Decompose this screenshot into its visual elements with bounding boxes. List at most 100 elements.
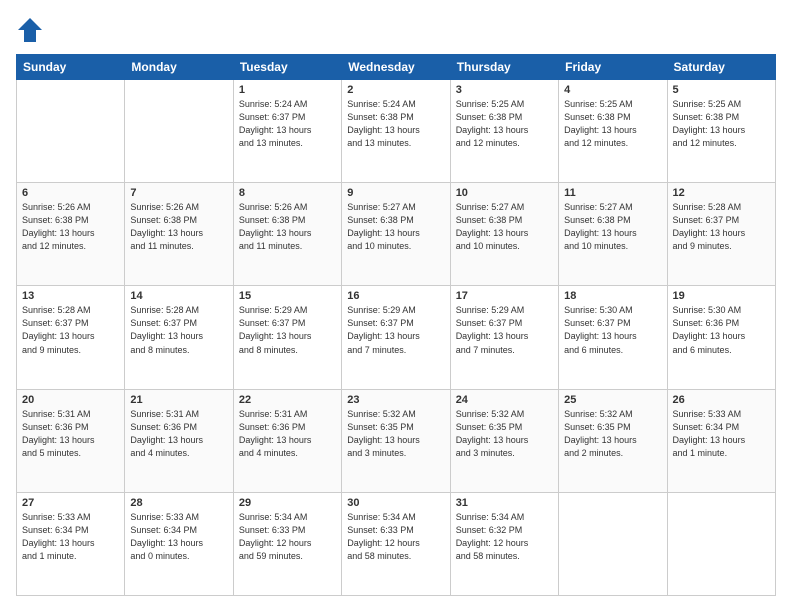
calendar-day-header: Sunday: [17, 55, 125, 80]
day-info: Sunrise: 5:28 AM Sunset: 6:37 PM Dayligh…: [22, 304, 119, 356]
table-row: 9Sunrise: 5:27 AM Sunset: 6:38 PM Daylig…: [342, 183, 450, 286]
day-info: Sunrise: 5:31 AM Sunset: 6:36 PM Dayligh…: [22, 408, 119, 460]
day-number: 31: [456, 497, 553, 509]
day-number: 12: [673, 187, 770, 199]
calendar-day-header: Monday: [125, 55, 233, 80]
day-info: Sunrise: 5:30 AM Sunset: 6:37 PM Dayligh…: [564, 304, 661, 356]
calendar-day-header: Friday: [559, 55, 667, 80]
day-info: Sunrise: 5:31 AM Sunset: 6:36 PM Dayligh…: [239, 408, 336, 460]
day-info: Sunrise: 5:25 AM Sunset: 6:38 PM Dayligh…: [673, 98, 770, 150]
day-info: Sunrise: 5:28 AM Sunset: 6:37 PM Dayligh…: [130, 304, 227, 356]
day-info: Sunrise: 5:29 AM Sunset: 6:37 PM Dayligh…: [347, 304, 444, 356]
table-row: 16 Sunrise: 5:29 AM Sunset: 6:37 PM Dayli…: [342, 286, 450, 389]
day-number: 27: [22, 497, 119, 509]
table-row: 3 Sunrise: 5:25 AM Sunset: 6:38 PM Daylig…: [450, 80, 558, 183]
day-info: Sunrise: 5:32 AM Sunset: 6:35 PM Dayligh…: [347, 408, 444, 460]
day-info: Sunrise: 5:28 AM Sunset: 6:37 PM Dayligh…: [673, 201, 770, 253]
logo: [16, 16, 48, 44]
day-info: Sunrise: 5:32 AM Sunset: 6:35 PM Dayligh…: [456, 408, 553, 460]
calendar-week-row: 6Sunrise: 5:26 AM Sunset: 6:38 PM Daylig…: [17, 183, 776, 286]
table-row: 23 Sunrise: 5:32 AM Sunset: 6:35 PM Dayli…: [342, 389, 450, 492]
calendar-day-header: Saturday: [667, 55, 775, 80]
calendar-day-header: Tuesday: [233, 55, 341, 80]
table-row: 20 Sunrise: 5:31 AM Sunset: 6:36 PM Dayli…: [17, 389, 125, 492]
table-row: 15 Sunrise: 5:29 AM Sunset: 6:37 PM Dayli…: [233, 286, 341, 389]
day-number: 4: [564, 84, 661, 96]
day-number: 2: [347, 84, 444, 96]
day-info: Sunrise: 5:33 AM Sunset: 6:34 PM Dayligh…: [673, 408, 770, 460]
day-info: Sunrise: 5:34 AM Sunset: 6:33 PM Dayligh…: [239, 511, 336, 563]
table-row: 24 Sunrise: 5:32 AM Sunset: 6:35 PM Dayli…: [450, 389, 558, 492]
table-row: 18 Sunrise: 5:30 AM Sunset: 6:37 PM Dayli…: [559, 286, 667, 389]
table-row: 30 Sunrise: 5:34 AM Sunset: 6:33 PM Dayli…: [342, 492, 450, 595]
day-info: Sunrise: 5:30 AM Sunset: 6:36 PM Dayligh…: [673, 304, 770, 356]
day-number: 23: [347, 394, 444, 406]
table-row: 28 Sunrise: 5:33 AM Sunset: 6:34 PM Dayli…: [125, 492, 233, 595]
table-row: [667, 492, 775, 595]
calendar-week-row: 1 Sunrise: 5:24 AM Sunset: 6:37 PM Daylig…: [17, 80, 776, 183]
table-row: 25Sunrise: 5:32 AM Sunset: 6:35 PM Dayli…: [559, 389, 667, 492]
day-number: 30: [347, 497, 444, 509]
day-info: Sunrise: 5:27 AM Sunset: 6:38 PM Dayligh…: [564, 201, 661, 253]
calendar-week-row: 20 Sunrise: 5:31 AM Sunset: 6:36 PM Dayli…: [17, 389, 776, 492]
table-row: 7 Sunrise: 5:26 AM Sunset: 6:38 PM Daylig…: [125, 183, 233, 286]
table-row: [125, 80, 233, 183]
day-info: Sunrise: 5:33 AM Sunset: 6:34 PM Dayligh…: [130, 511, 227, 563]
day-number: 11: [564, 187, 661, 199]
table-row: 17 Sunrise: 5:29 AM Sunset: 6:37 PM Dayli…: [450, 286, 558, 389]
table-row: 13Sunrise: 5:28 AM Sunset: 6:37 PM Dayli…: [17, 286, 125, 389]
table-row: 2 Sunrise: 5:24 AM Sunset: 6:38 PM Daylig…: [342, 80, 450, 183]
table-row: 27 Sunrise: 5:33 AM Sunset: 6:34 PM Dayli…: [17, 492, 125, 595]
day-number: 16: [347, 290, 444, 302]
calendar-week-row: 13Sunrise: 5:28 AM Sunset: 6:37 PM Dayli…: [17, 286, 776, 389]
day-number: 22: [239, 394, 336, 406]
day-info: Sunrise: 5:25 AM Sunset: 6:38 PM Dayligh…: [564, 98, 661, 150]
day-info: Sunrise: 5:24 AM Sunset: 6:38 PM Dayligh…: [347, 98, 444, 150]
day-number: 7: [130, 187, 227, 199]
day-number: 26: [673, 394, 770, 406]
day-number: 24: [456, 394, 553, 406]
day-info: Sunrise: 5:27 AM Sunset: 6:38 PM Dayligh…: [456, 201, 553, 253]
table-row: 12 Sunrise: 5:28 AM Sunset: 6:37 PM Dayli…: [667, 183, 775, 286]
calendar-header-row: SundayMondayTuesdayWednesdayThursdayFrid…: [17, 55, 776, 80]
page: SundayMondayTuesdayWednesdayThursdayFrid…: [0, 0, 792, 612]
table-row: [559, 492, 667, 595]
day-info: Sunrise: 5:33 AM Sunset: 6:34 PM Dayligh…: [22, 511, 119, 563]
day-number: 3: [456, 84, 553, 96]
day-info: Sunrise: 5:26 AM Sunset: 6:38 PM Dayligh…: [130, 201, 227, 253]
table-row: 11 Sunrise: 5:27 AM Sunset: 6:38 PM Dayli…: [559, 183, 667, 286]
day-info: Sunrise: 5:24 AM Sunset: 6:37 PM Dayligh…: [239, 98, 336, 150]
day-number: 5: [673, 84, 770, 96]
day-info: Sunrise: 5:25 AM Sunset: 6:38 PM Dayligh…: [456, 98, 553, 150]
table-row: 31Sunrise: 5:34 AM Sunset: 6:32 PM Dayli…: [450, 492, 558, 595]
day-number: 18: [564, 290, 661, 302]
table-row: 8 Sunrise: 5:26 AM Sunset: 6:38 PM Daylig…: [233, 183, 341, 286]
day-number: 17: [456, 290, 553, 302]
table-row: 29Sunrise: 5:34 AM Sunset: 6:33 PM Dayli…: [233, 492, 341, 595]
day-number: 19: [673, 290, 770, 302]
day-info: Sunrise: 5:31 AM Sunset: 6:36 PM Dayligh…: [130, 408, 227, 460]
day-info: Sunrise: 5:29 AM Sunset: 6:37 PM Dayligh…: [456, 304, 553, 356]
calendar-day-header: Thursday: [450, 55, 558, 80]
day-number: 10: [456, 187, 553, 199]
day-number: 15: [239, 290, 336, 302]
day-info: Sunrise: 5:29 AM Sunset: 6:37 PM Dayligh…: [239, 304, 336, 356]
logo-icon: [16, 16, 44, 44]
table-row: 1 Sunrise: 5:24 AM Sunset: 6:37 PM Daylig…: [233, 80, 341, 183]
table-row: [17, 80, 125, 183]
day-info: Sunrise: 5:26 AM Sunset: 6:38 PM Dayligh…: [239, 201, 336, 253]
table-row: 19 Sunrise: 5:30 AM Sunset: 6:36 PM Dayli…: [667, 286, 775, 389]
day-info: Sunrise: 5:34 AM Sunset: 6:33 PM Dayligh…: [347, 511, 444, 563]
calendar-table: SundayMondayTuesdayWednesdayThursdayFrid…: [16, 54, 776, 596]
calendar-week-row: 27 Sunrise: 5:33 AM Sunset: 6:34 PM Dayli…: [17, 492, 776, 595]
day-number: 14: [130, 290, 227, 302]
day-number: 8: [239, 187, 336, 199]
day-number: 25: [564, 394, 661, 406]
table-row: 10 Sunrise: 5:27 AM Sunset: 6:38 PM Dayli…: [450, 183, 558, 286]
day-info: Sunrise: 5:27 AM Sunset: 6:38 PM Dayligh…: [347, 201, 444, 253]
day-number: 20: [22, 394, 119, 406]
calendar-day-header: Wednesday: [342, 55, 450, 80]
day-number: 28: [130, 497, 227, 509]
table-row: 6Sunrise: 5:26 AM Sunset: 6:38 PM Daylig…: [17, 183, 125, 286]
day-number: 1: [239, 84, 336, 96]
